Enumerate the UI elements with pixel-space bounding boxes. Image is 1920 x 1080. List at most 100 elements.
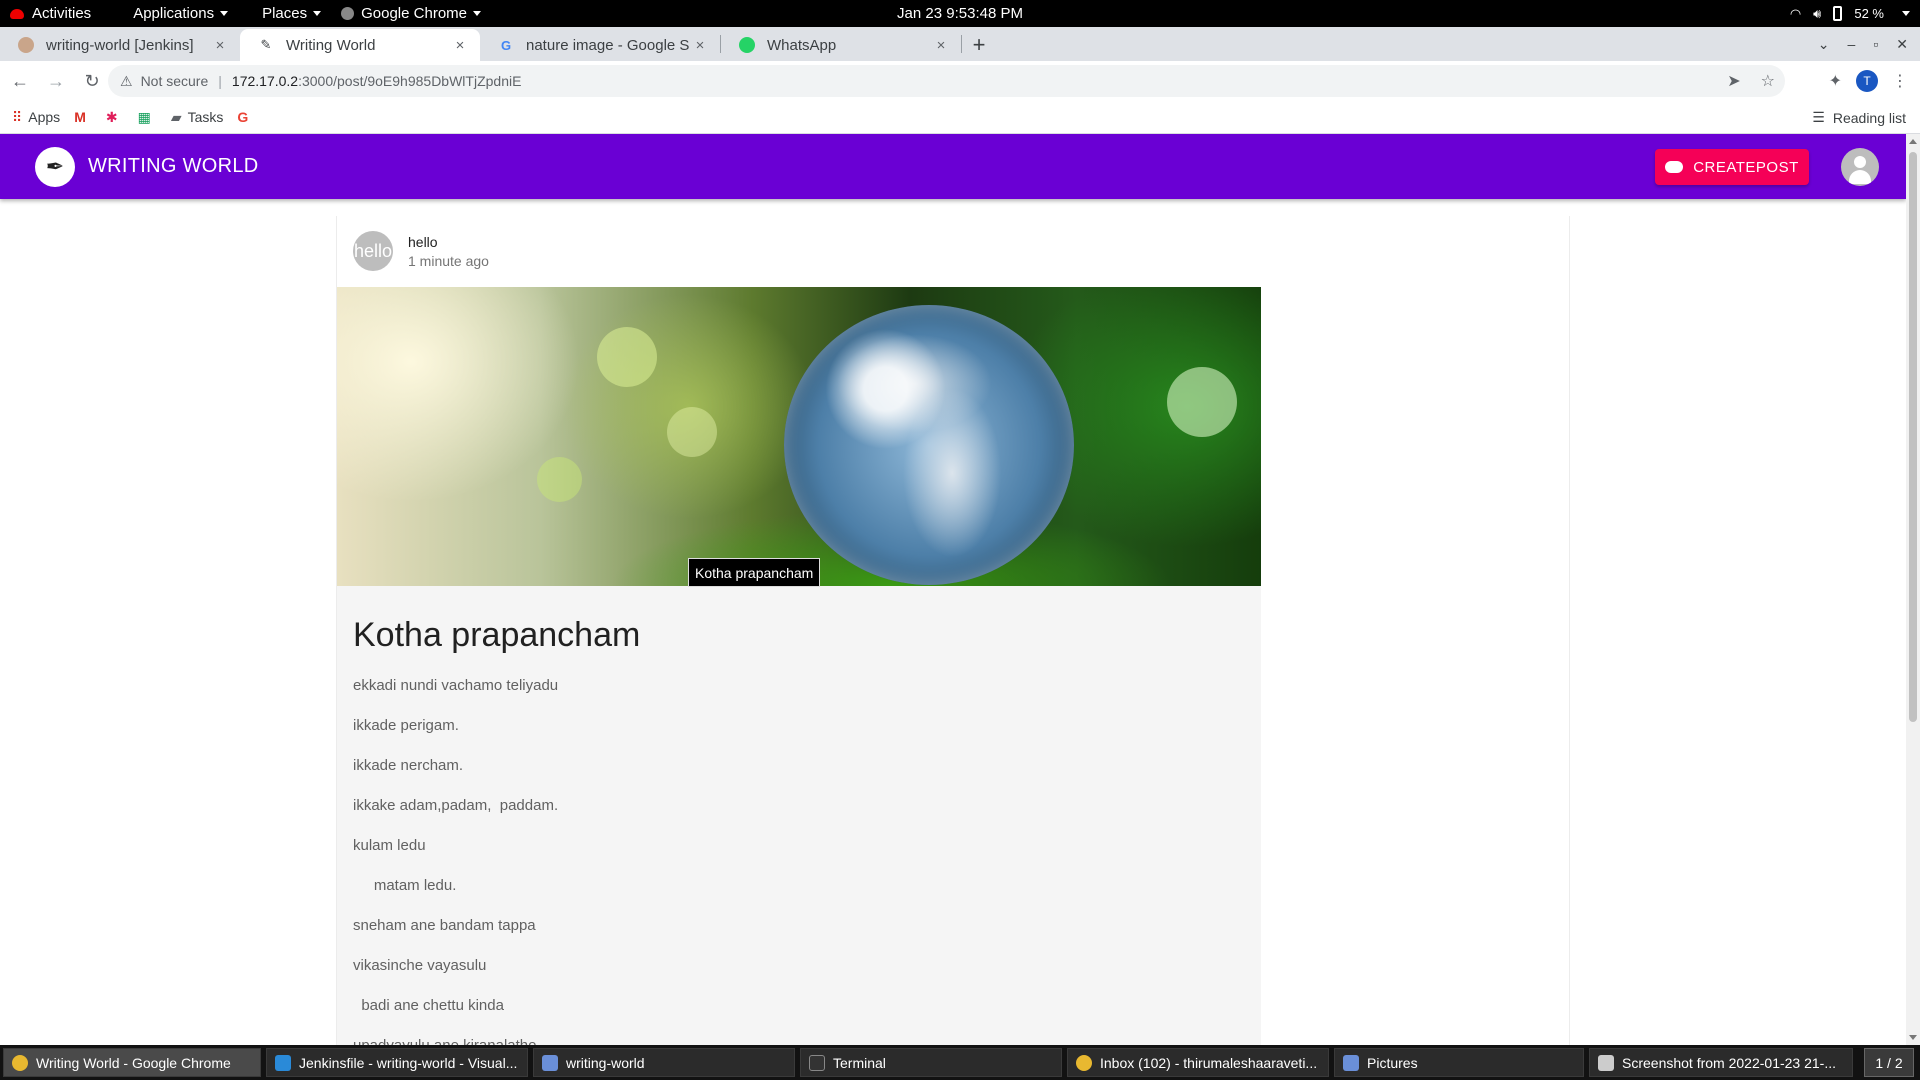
menu-icon[interactable]: ⋮: [1892, 71, 1908, 91]
slack-icon: ✱: [105, 108, 118, 125]
post-paragraph: badi ane chettu kinda: [353, 997, 504, 1014]
account-avatar[interactable]: [1841, 148, 1879, 186]
close-icon[interactable]: ×: [450, 37, 470, 54]
scroll-down-icon[interactable]: [1909, 1035, 1917, 1040]
files-icon: [1343, 1054, 1359, 1071]
terminal-icon: [809, 1054, 825, 1071]
task-chrome-inbox[interactable]: Inbox (102) - thirumaleshaaraveti...: [1067, 1048, 1329, 1077]
bookmark-gmail[interactable]: M: [74, 109, 92, 125]
forward-icon[interactable]: →: [40, 65, 72, 97]
author-name: hello: [408, 234, 438, 250]
close-icon[interactable]: ×: [210, 37, 230, 54]
bookmarks-bar: ⠿ Apps M ✱ ▦ ▰ Tasks G ☰ Reading list: [0, 101, 1920, 134]
post-paragraph: ikkade perigam.: [353, 717, 459, 734]
tab-jenkins[interactable]: writing-world [Jenkins] ×: [0, 29, 240, 61]
app-menu-label: Google Chrome: [361, 5, 467, 22]
reading-list-label: Reading list: [1832, 109, 1906, 126]
activities-label: Activities: [32, 5, 92, 22]
person-icon: [1854, 156, 1866, 168]
bokeh-light: [597, 327, 657, 387]
task-vscode[interactable]: Jenkinsfile - writing-world - Visual...: [266, 1048, 528, 1077]
warning-icon[interactable]: ⚠: [120, 73, 133, 90]
activities-button[interactable]: Activities: [0, 0, 101, 27]
battery-percent: 52 %: [1854, 6, 1884, 21]
bookmark-label: Tasks: [187, 109, 224, 125]
extensions-icon[interactable]: ✦: [1829, 71, 1842, 91]
minimize-icon[interactable]: –: [1848, 36, 1856, 52]
create-post-label: CREATEPOST: [1693, 158, 1799, 176]
toolbar-right: ✦ T ⋮: [1829, 61, 1908, 101]
create-post-button[interactable]: CREATEPOST: [1655, 149, 1809, 185]
omnibox-divider: |: [218, 73, 222, 89]
tab-whatsapp[interactable]: WhatsApp ×: [721, 29, 961, 61]
security-status[interactable]: Not secure: [141, 73, 209, 89]
places-menu[interactable]: Places: [252, 0, 331, 27]
redhat-logo-icon: [10, 8, 24, 19]
reading-list-icon: ☰: [1812, 109, 1825, 125]
tab-writing-world[interactable]: ✎ Writing World ×: [240, 29, 480, 61]
clock[interactable]: Jan 23 9:53:48 PM: [897, 0, 1023, 27]
maximize-icon[interactable]: ▫: [1873, 36, 1878, 52]
scroll-thumb[interactable]: [1909, 152, 1917, 722]
page-viewport: ✒ WRITING WORLD CREATEPOST hello hello 1…: [0, 134, 1906, 1045]
image-viewer-icon: [1598, 1054, 1614, 1071]
back-icon[interactable]: ←: [4, 65, 36, 97]
system-tray[interactable]: ◠ 🔊︎ 52 %: [1790, 0, 1910, 27]
bookmark-sheets[interactable]: ▦: [138, 109, 157, 126]
jenkins-icon: [18, 37, 34, 53]
window-list-taskbar: Writing World - Google Chrome Jenkinsfil…: [0, 1045, 1920, 1080]
task-screenshot[interactable]: Screenshot from 2022-01-23 21-...: [1589, 1048, 1853, 1077]
bookmark-google[interactable]: G: [237, 109, 254, 125]
brand-title[interactable]: WRITING WORLD: [88, 134, 259, 199]
bookmark-slack[interactable]: ✱: [106, 109, 124, 126]
chrome-icon: [12, 1054, 28, 1071]
tab-title: nature image - Google Sea: [526, 36, 690, 54]
task-label: Screenshot from 2022-01-23 21-...: [1622, 1054, 1837, 1071]
task-chrome-writing-world[interactable]: Writing World - Google Chrome: [3, 1048, 261, 1077]
page-scrollbar[interactable]: [1906, 134, 1920, 1045]
close-icon[interactable]: ×: [690, 37, 710, 54]
new-tab-button[interactable]: +: [962, 29, 996, 61]
files-icon: [542, 1054, 558, 1071]
chevron-down-icon: [220, 11, 229, 16]
omnibox-actions: ➤ ☆: [1727, 65, 1775, 97]
close-window-icon[interactable]: ✕: [1896, 36, 1908, 53]
close-icon[interactable]: ×: [931, 37, 951, 54]
bookmark-apps[interactable]: ⠿ Apps: [12, 109, 60, 126]
task-files-writing-world[interactable]: writing-world: [533, 1048, 795, 1077]
tab-title: WhatsApp: [767, 36, 837, 54]
author-avatar[interactable]: hello: [353, 231, 393, 271]
reading-list-button[interactable]: ☰ Reading list: [1812, 101, 1906, 134]
google-icon: G: [500, 37, 512, 53]
tab-google-search[interactable]: G nature image - Google Sea ×: [480, 29, 720, 61]
post-image: [337, 287, 1261, 586]
task-terminal[interactable]: Terminal: [800, 1048, 1062, 1077]
address-bar[interactable]: ⚠ Not secure | 172.17.0.2 :3000/post/9oE…: [108, 65, 1785, 97]
bookmark-star-icon[interactable]: ☆: [1761, 71, 1775, 91]
profile-avatar[interactable]: T: [1856, 70, 1878, 92]
google-icon: G: [237, 109, 249, 125]
post-paragraph: vikasinche vayasulu: [353, 957, 487, 974]
tab-search-icon[interactable]: ⌄: [1818, 36, 1830, 53]
image-tooltip: Kotha prapancham: [688, 558, 821, 587]
send-tab-icon[interactable]: ➤: [1727, 71, 1740, 91]
workspace-switcher[interactable]: 1 / 2: [1864, 1048, 1914, 1077]
scroll-up-icon[interactable]: [1909, 139, 1917, 144]
task-pictures[interactable]: Pictures: [1334, 1048, 1584, 1077]
bokeh-light: [537, 457, 582, 502]
reload-icon[interactable]: ↻: [76, 65, 108, 97]
app-menu[interactable]: Google Chrome: [331, 0, 491, 27]
applications-menu[interactable]: Applications: [123, 0, 238, 27]
volume-icon: 🔊︎: [1813, 5, 1822, 21]
post-title: Kotha prapancham: [353, 616, 641, 654]
quill-icon: ✎: [260, 37, 272, 52]
bookmark-tasks[interactable]: ▰ Tasks: [171, 109, 224, 126]
chrome-small-icon: [341, 7, 355, 20]
window-controls: ⌄ – ▫ ✕: [1818, 27, 1920, 61]
post-body: ekkadi nundi vachamo teliyadu ikkade per…: [353, 677, 1233, 1045]
post-timestamp: 1 minute ago: [408, 253, 489, 269]
whatsapp-icon: [739, 37, 755, 53]
post-paragraph: upadyayulu ane kiranalatho: [353, 1037, 1233, 1045]
bokeh-light: [1167, 367, 1237, 437]
quill-logo-icon[interactable]: ✒: [35, 147, 75, 187]
